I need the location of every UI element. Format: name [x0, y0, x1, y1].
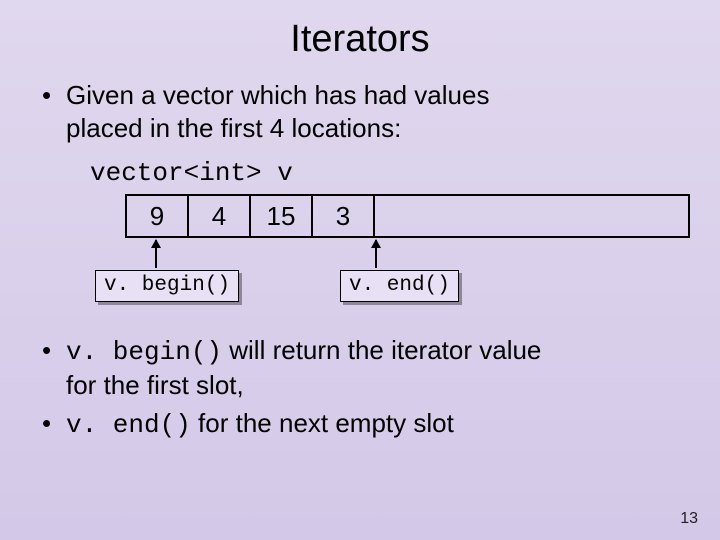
label-begin: v. begin(): [95, 270, 239, 302]
bullet-end-text: for the next empty slot: [191, 408, 454, 438]
bullet-intro-line2: placed in the first 4 locations:: [66, 113, 401, 143]
vector-cell-empty: [375, 196, 688, 236]
vector-cell-0: 9: [127, 196, 189, 236]
vector-row: 9 4 15 3: [125, 194, 690, 238]
vector-cell-1: 4: [189, 196, 251, 236]
bullet-begin-text-b: for the first slot,: [66, 370, 244, 400]
arrow-begin-icon: [155, 240, 157, 268]
bullet-intro-line1: Given a vector which has had values: [66, 80, 489, 110]
vector-cell-2: 15: [251, 196, 313, 236]
vector-declaration: vector<int> v: [90, 158, 690, 188]
bullet-begin-text-a: will return the iterator value: [222, 335, 541, 365]
bullet-end: v. end() for the next empty slot: [40, 407, 690, 442]
bullet-end-code: v. end(): [66, 410, 191, 440]
arrow-end-icon: [375, 240, 377, 268]
bullet-begin: v. begin() will return the iterator valu…: [40, 334, 690, 401]
label-end: v. end(): [340, 270, 459, 302]
vector-cell-3: 3: [313, 196, 375, 236]
bullet-begin-code: v. begin(): [66, 337, 222, 367]
page-number: 13: [680, 510, 698, 528]
page-title: Iterators: [30, 18, 690, 61]
bullet-intro: Given a vector which has had values plac…: [40, 79, 690, 144]
